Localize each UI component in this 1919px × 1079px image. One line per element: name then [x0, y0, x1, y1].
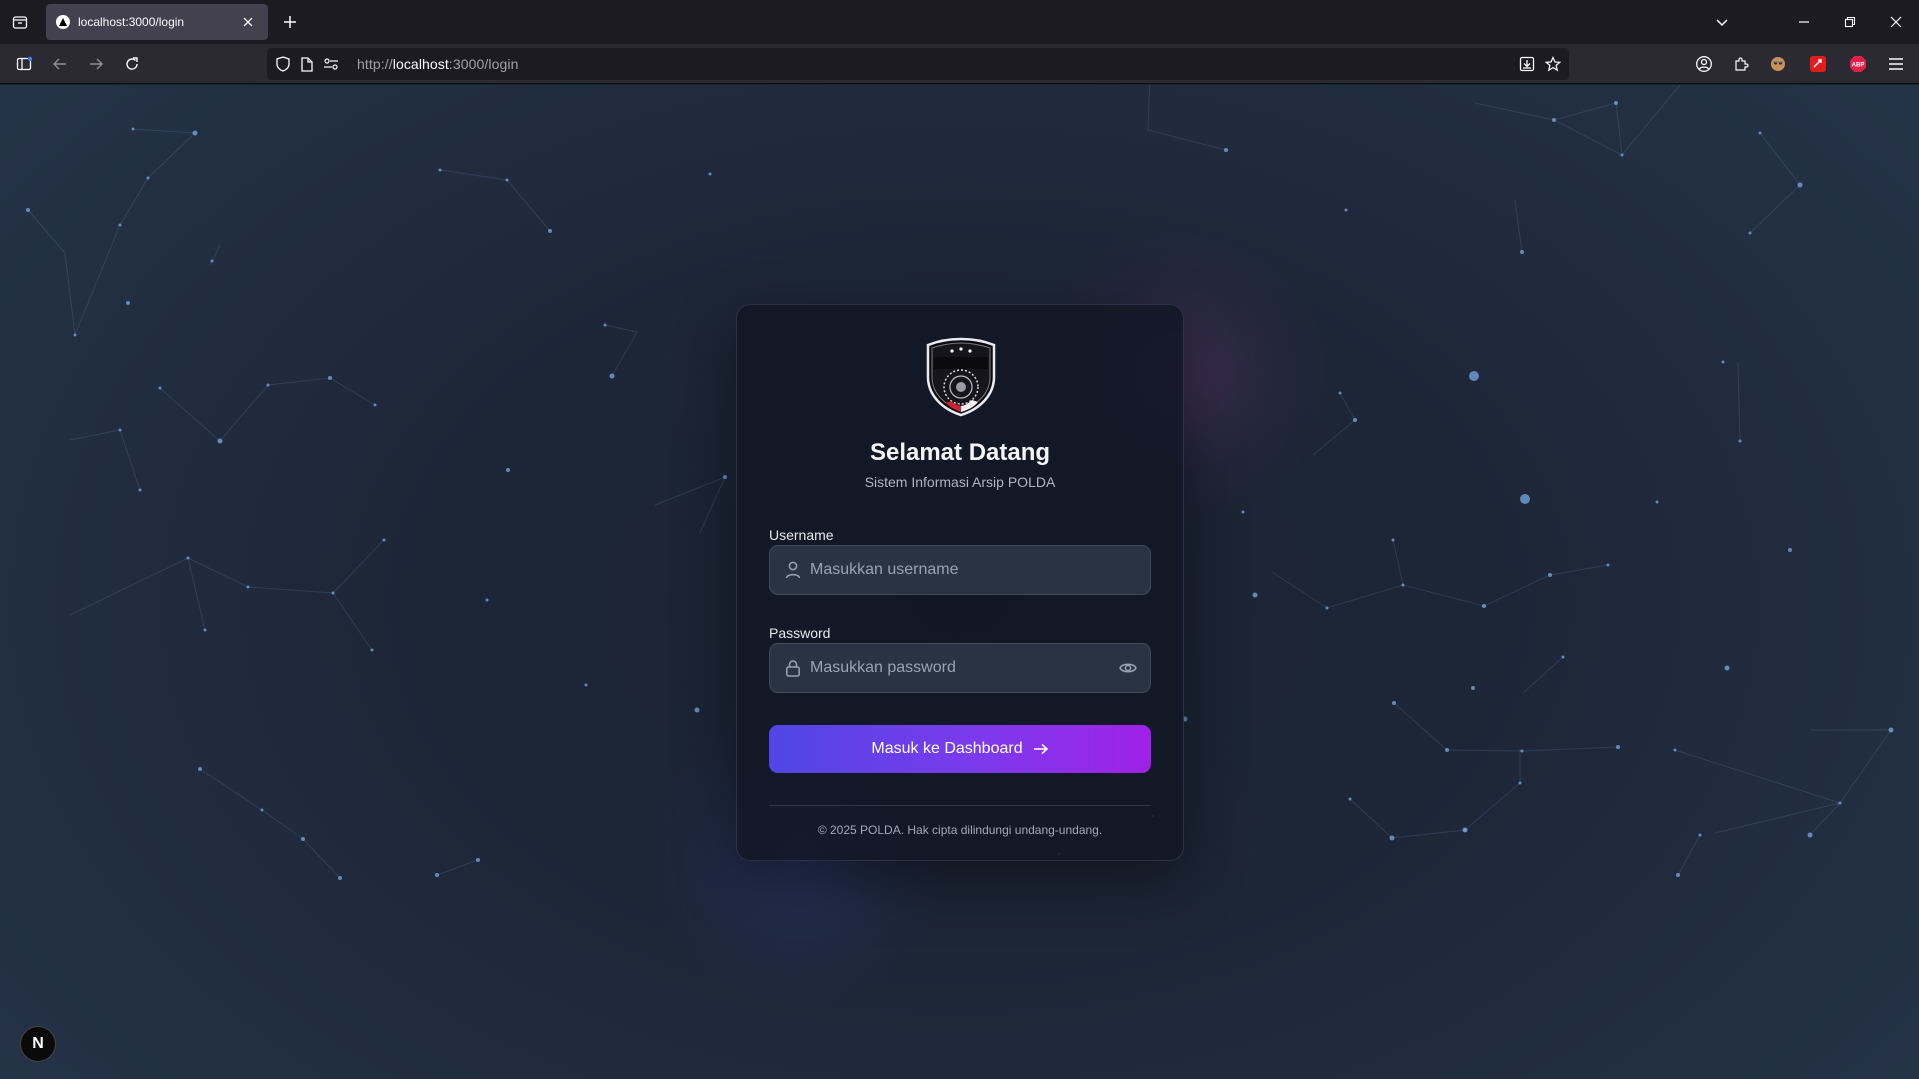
login-submit-button[interactable]: Masuk ke Dashboard [769, 725, 1151, 773]
user-icon [784, 561, 802, 579]
save-to-pocket-icon[interactable] [1517, 54, 1537, 74]
browser-nav-bar: http://localhost:3000/login ABP [0, 44, 1919, 84]
minimize-icon[interactable] [1794, 12, 1814, 32]
new-tab-icon[interactable] [280, 12, 300, 32]
forward-arrow-icon[interactable] [86, 54, 106, 74]
arrow-right-icon [1033, 743, 1048, 755]
username-label: Username [769, 527, 834, 543]
tab-title: localhost:3000/login [78, 15, 185, 29]
extension-pdf-icon[interactable] [1808, 54, 1828, 74]
sidebar-toggle-icon[interactable] [14, 54, 34, 74]
reload-icon[interactable] [122, 54, 142, 74]
shield-icon[interactable] [273, 54, 293, 74]
footer-divider [769, 805, 1151, 806]
page-info-icon[interactable] [297, 54, 317, 74]
nextjs-dev-badge[interactable]: N [20, 1026, 56, 1062]
bookmark-star-icon[interactable] [1543, 54, 1563, 74]
tab-overflow-chevron-icon[interactable] [1712, 12, 1732, 32]
adblock-plus-icon[interactable]: ABP [1848, 54, 1868, 74]
restore-icon[interactable] [1840, 12, 1860, 32]
back-arrow-icon[interactable] [50, 54, 70, 74]
password-field[interactable] [769, 643, 1151, 693]
password-input[interactable] [810, 644, 1110, 692]
close-tab-icon[interactable] [238, 12, 258, 32]
page-title: Selamat Datang [869, 439, 1051, 466]
login-submit-label: Masuk ke Dashboard [871, 740, 1023, 757]
favicon-icon [56, 15, 70, 29]
close-window-icon[interactable] [1886, 12, 1906, 32]
page-subtitle: Sistem Informasi Arsip POLDA [864, 474, 1056, 490]
lock-icon [784, 659, 802, 677]
login-page: Selamat Datang Sistem Informasi Arsip PO… [0, 85, 1919, 1079]
active-tab[interactable]: localhost:3000/login [46, 4, 268, 40]
tik-polri-logo [926, 337, 996, 417]
browser-tab-bar: localhost:3000/login [0, 0, 1919, 44]
extension-avatar-icon[interactable] [1768, 54, 1788, 74]
url-bar[interactable]: http://localhost:3000/login [267, 48, 1569, 80]
permissions-icon[interactable] [321, 54, 341, 74]
show-password-eye-icon[interactable] [1118, 659, 1138, 677]
menu-hamburger-icon[interactable] [1886, 54, 1906, 74]
svg-text:ABP: ABP [1852, 63, 1865, 69]
url-text[interactable]: http://localhost:3000/login [357, 56, 519, 72]
copyright-text: © 2025 POLDA. Hak cipta dilindungi undan… [817, 823, 1103, 837]
login-card: Selamat Datang Sistem Informasi Arsip PO… [736, 304, 1184, 861]
account-icon[interactable] [1694, 54, 1714, 74]
username-input[interactable] [810, 546, 1110, 594]
password-label: Password [769, 625, 831, 641]
extensions-puzzle-icon[interactable] [1731, 54, 1751, 74]
tab-list-icon[interactable] [8, 10, 32, 34]
username-field[interactable] [769, 545, 1151, 595]
